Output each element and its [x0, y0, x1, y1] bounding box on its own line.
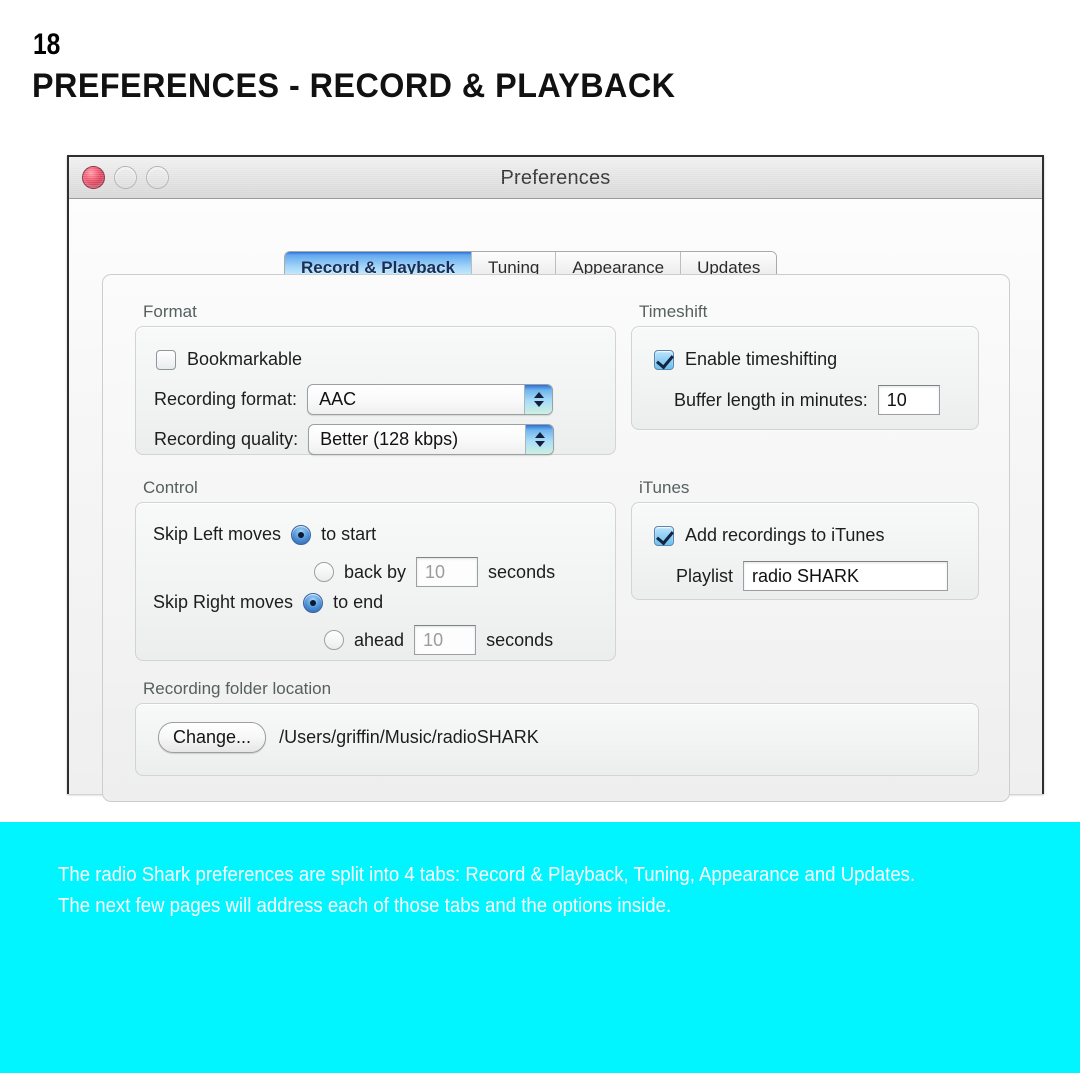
- caption-line-2: The next few pages will address each of …: [58, 895, 672, 917]
- group-itunes: iTunes Add recordings to iTunes Playlist…: [631, 478, 979, 600]
- group-format-box: Bookmarkable Recording format: AAC Recor…: [135, 326, 616, 455]
- skip-right-ahead-row: ahead 10 seconds: [324, 625, 553, 655]
- buffer-length-value: 10: [886, 389, 907, 410]
- skip-right-ahead-value: 10: [423, 629, 444, 650]
- skip-left-row: Skip Left moves to start: [153, 524, 376, 545]
- group-control-label: Control: [143, 478, 198, 497]
- skip-left-back-by-label: back by: [344, 561, 407, 582]
- caption-band: The radio Shark preferences are split in…: [0, 822, 1080, 1073]
- skip-right-ahead-unit: seconds: [486, 629, 554, 650]
- recording-format-value: AAC: [319, 389, 357, 409]
- bookmarkable-label: Bookmarkable: [187, 349, 303, 369]
- bookmarkable-row[interactable]: Bookmarkable: [156, 349, 302, 370]
- preferences-window: Preferences Record & Playback Tuning App…: [67, 155, 1044, 802]
- page-number: 18: [33, 28, 61, 61]
- skip-right-ahead-radio[interactable]: [324, 630, 344, 650]
- playlist-input[interactable]: radio SHARK: [743, 561, 949, 591]
- recording-quality-label: Recording quality:: [154, 429, 299, 449]
- buffer-length-row: Buffer length in minutes: 10: [674, 385, 940, 415]
- skip-right-to-end-label: to end: [333, 592, 384, 612]
- skip-left-back-by-unit: seconds: [488, 561, 556, 582]
- skip-left-label: Skip Left moves: [153, 524, 282, 544]
- skip-right-row: Skip Right moves to end: [153, 592, 383, 613]
- recording-quality-row: Recording quality: Better (128 kbps): [154, 424, 555, 455]
- group-folder-location: Recording folder location Change... /Use…: [135, 679, 979, 776]
- skip-left-back-by-input[interactable]: 10: [416, 557, 479, 587]
- folder-row: Change... /Users/griffin/Music/radioSHAR…: [158, 722, 539, 753]
- skip-left-back-by-value: 10: [425, 561, 446, 582]
- recording-quality-value: Better (128 kbps): [320, 429, 459, 449]
- chevron-updown-icon: [525, 425, 554, 454]
- group-timeshift-label: Timeshift: [639, 302, 708, 321]
- add-recordings-checkbox[interactable]: [654, 525, 674, 546]
- skip-right-ahead-input[interactable]: 10: [414, 625, 477, 655]
- enable-timeshifting-checkbox[interactable]: [654, 349, 674, 370]
- skip-left-back-by-row: back by 10 seconds: [314, 557, 555, 587]
- skip-right-label: Skip Right moves: [153, 592, 294, 612]
- window-title: Preferences: [500, 167, 611, 189]
- window-body: Record & Playback Tuning Appearance Upda…: [69, 199, 1042, 802]
- group-itunes-label: iTunes: [639, 478, 690, 497]
- caption-line-1: The radio Shark preferences are split in…: [58, 864, 916, 886]
- group-itunes-box: Add recordings to iTunes Playlist radio …: [631, 502, 979, 600]
- group-timeshift: Timeshift Enable timeshifting Buffer len…: [631, 302, 979, 430]
- playlist-row: Playlist radio SHARK: [676, 561, 949, 591]
- folder-path-text: /Users/griffin/Music/radioSHARK: [279, 727, 539, 747]
- buffer-length-input[interactable]: 10: [877, 385, 940, 415]
- group-control-box: Skip Left moves to start back by 10 seco…: [135, 502, 616, 661]
- buffer-length-label: Buffer length in minutes:: [674, 389, 868, 410]
- skip-left-back-by-radio[interactable]: [314, 562, 334, 582]
- add-recordings-row[interactable]: Add recordings to iTunes: [654, 525, 884, 546]
- recording-format-label: Recording format:: [154, 389, 298, 409]
- group-format: Format Bookmarkable Recording format: AA…: [135, 302, 616, 455]
- tab-content-panel: Format Bookmarkable Recording format: AA…: [102, 274, 1010, 802]
- group-format-label: Format: [143, 302, 197, 321]
- group-folder-label: Recording folder location: [143, 679, 332, 698]
- change-folder-button[interactable]: Change...: [158, 722, 267, 753]
- window-titlebar: Preferences: [69, 157, 1042, 199]
- page-title: PREFERENCES - RECORD & PLAYBACK: [32, 67, 676, 105]
- enable-timeshifting-label: Enable timeshifting: [685, 349, 838, 369]
- skip-right-to-end-radio[interactable]: [303, 592, 324, 613]
- group-folder-box: Change... /Users/griffin/Music/radioSHAR…: [135, 703, 979, 776]
- chevron-updown-icon: [524, 385, 553, 414]
- enable-timeshifting-row[interactable]: Enable timeshifting: [654, 349, 837, 370]
- group-timeshift-box: Enable timeshifting Buffer length in min…: [631, 326, 979, 430]
- playlist-value: radio SHARK: [752, 565, 860, 586]
- skip-right-ahead-label: ahead: [354, 629, 405, 650]
- recording-format-row: Recording format: AAC: [154, 384, 554, 415]
- recording-quality-select[interactable]: Better (128 kbps): [308, 424, 555, 455]
- playlist-label: Playlist: [676, 565, 734, 586]
- bookmarkable-checkbox[interactable]: [156, 349, 176, 370]
- add-recordings-label: Add recordings to iTunes: [685, 525, 885, 545]
- skip-left-to-start-label: to start: [321, 524, 377, 544]
- change-folder-label: Change...: [173, 727, 252, 747]
- recording-format-select[interactable]: AAC: [307, 384, 554, 415]
- skip-left-to-start-radio[interactable]: [291, 524, 312, 545]
- group-control: Control Skip Left moves to start back by…: [135, 478, 616, 661]
